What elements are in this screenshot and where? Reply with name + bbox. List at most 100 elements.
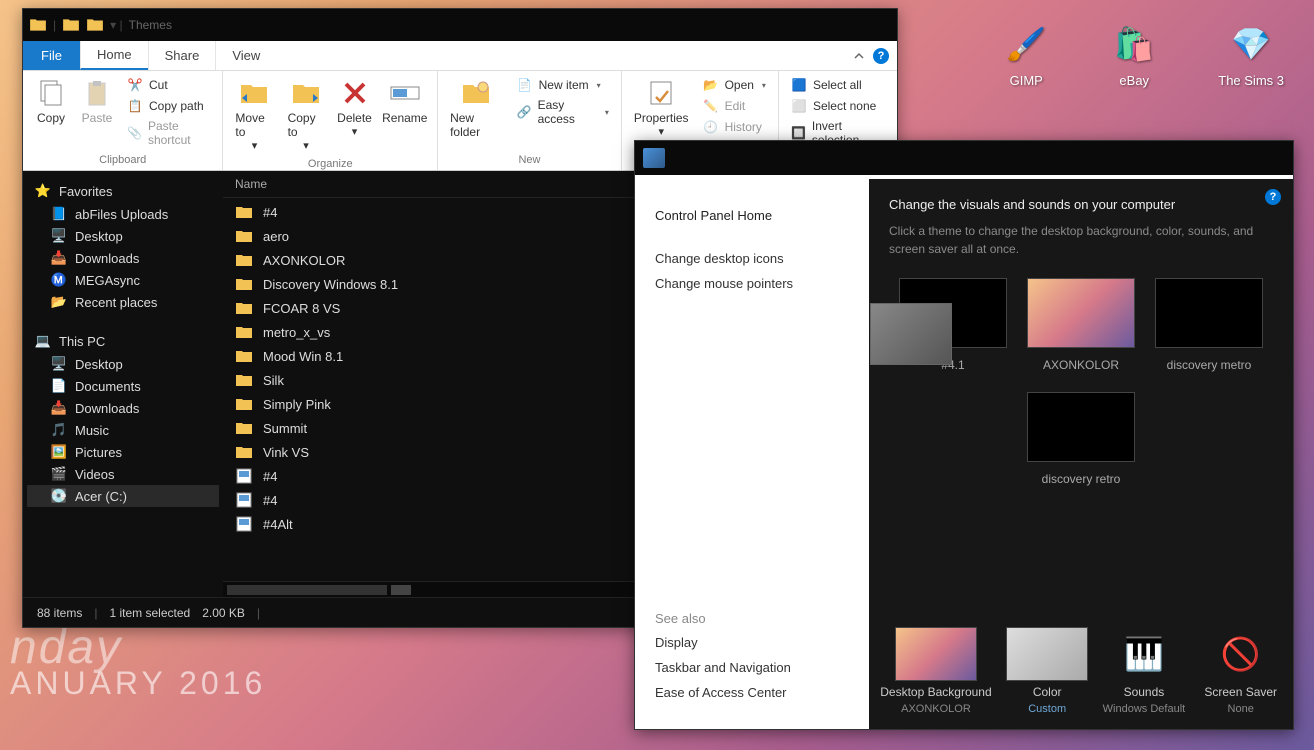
select-none-icon: ⬜ <box>791 98 807 114</box>
status-selected: 1 item selected <box>109 606 190 620</box>
chevron-up-icon[interactable] <box>853 50 865 62</box>
nav-thispc[interactable]: 💻 This PC <box>27 329 219 353</box>
properties-button[interactable]: Properties▾ <box>628 73 695 142</box>
nav-icon: 📘 <box>51 206 67 222</box>
select-none-button[interactable]: ⬜Select none <box>787 96 889 116</box>
nav-icon: 🖥️ <box>51 356 67 372</box>
nav-item-acer-c-[interactable]: 💽Acer (C:) <box>27 485 219 507</box>
open-icon: 📂 <box>703 77 719 93</box>
nav-icon: 💽 <box>51 488 67 504</box>
new-item-icon: 📄 <box>517 77 533 93</box>
paste-icon <box>81 77 113 109</box>
history-button[interactable]: 🕘History <box>699 117 770 137</box>
nav-item-videos[interactable]: 🎬Videos <box>27 463 219 485</box>
paste-button[interactable]: Paste <box>75 73 119 129</box>
nav-control-panel-home[interactable]: Control Panel Home <box>655 203 849 228</box>
copy-path-icon: 📋 <box>127 98 143 114</box>
tab-view[interactable]: View <box>215 41 276 70</box>
opt-screen-saver[interactable]: 🚫 Screen Saver None <box>1200 627 1282 715</box>
bg-thumb-icon <box>895 627 977 681</box>
nav-item-desktop[interactable]: 🖥️Desktop <box>27 353 219 375</box>
new-folder-icon <box>460 77 492 109</box>
nav-item-abfiles-uploads[interactable]: 📘abFiles Uploads <box>27 203 219 225</box>
nav-item-documents[interactable]: 📄Documents <box>27 375 219 397</box>
tab-file[interactable]: File <box>23 41 80 70</box>
folder-icon <box>235 443 253 461</box>
folder-icon <box>235 275 253 293</box>
copy-path-button[interactable]: 📋Copy path <box>123 96 214 116</box>
color-thumb-icon <box>1006 627 1088 681</box>
sounds-thumb-icon: 🎹 <box>1103 627 1185 681</box>
copy-button[interactable]: Copy <box>29 73 73 129</box>
nav-item-music[interactable]: 🎵Music <box>27 419 219 441</box>
opt-color[interactable]: Color Custom <box>1006 627 1088 715</box>
nav-display[interactable]: Display <box>655 630 849 655</box>
nav-mouse-pointers[interactable]: Change mouse pointers <box>655 271 849 296</box>
cut-button[interactable]: ✂️Cut <box>123 75 214 95</box>
pc-icon: 💻 <box>35 333 51 349</box>
nav-favorites[interactable]: ⭐ Favorites <box>27 179 219 203</box>
desktop-icon-gimp[interactable]: 🖌️ GIMP <box>1002 20 1050 88</box>
edit-button[interactable]: ✏️Edit <box>699 96 770 116</box>
new-item-button[interactable]: 📄New item▾ <box>513 75 613 95</box>
theme-thumb <box>1155 278 1263 348</box>
saver-thumb-icon: 🚫 <box>1200 627 1282 681</box>
properties-icon <box>645 77 677 109</box>
desktop-icon-ebay[interactable]: 🛍️ eBay <box>1110 20 1158 88</box>
pers-subtitle: Click a theme to change the desktop back… <box>889 222 1273 258</box>
folder-icon <box>235 323 253 341</box>
opt-desktop-background[interactable]: Desktop Background AXONKOLOR <box>880 627 991 715</box>
desktop-clock-month: ANUARY 2016 <box>10 665 266 702</box>
invert-icon: 🔲 <box>791 125 806 141</box>
history-icon: 🕘 <box>703 119 719 135</box>
personalization-icon <box>643 148 665 168</box>
theme-tile[interactable]: #4.1 <box>899 278 1007 372</box>
delete-button[interactable]: Delete▾ <box>333 73 377 142</box>
nav-see-also: See also <box>655 607 849 630</box>
nav-item-downloads[interactable]: 📥Downloads <box>27 397 219 419</box>
theme-icon <box>235 491 253 509</box>
theme-tile[interactable]: discovery retro <box>1027 392 1135 486</box>
easy-access-button[interactable]: 🔗Easy access▾ <box>513 96 613 128</box>
open-button[interactable]: 📂Open▾ <box>699 75 770 95</box>
nav-item-megasync[interactable]: Ⓜ️MEGAsync <box>27 269 219 291</box>
nav-item-downloads[interactable]: 📥Downloads <box>27 247 219 269</box>
nav-icon: 🎵 <box>51 422 67 438</box>
nav-icon: 📥 <box>51 400 67 416</box>
tab-home[interactable]: Home <box>80 41 148 70</box>
titlebar[interactable]: | ▾ | Themes <box>23 9 897 41</box>
help-icon[interactable]: ? <box>1265 189 1281 205</box>
theme-icon <box>235 515 253 533</box>
nav-item-pictures[interactable]: 🖼️Pictures <box>27 441 219 463</box>
help-icon[interactable]: ? <box>873 48 889 64</box>
folder-icon <box>235 419 253 437</box>
nav-desktop-icons[interactable]: Change desktop icons <box>655 246 849 271</box>
theme-tile[interactable]: AXONKOLOR <box>1027 278 1135 372</box>
nav-taskbar[interactable]: Taskbar and Navigation <box>655 655 849 680</box>
nav-ease-access[interactable]: Ease of Access Center <box>655 680 849 705</box>
paste-shortcut-button[interactable]: 📎Paste shortcut <box>123 117 214 149</box>
nav-pane[interactable]: ⭐ Favorites 📘abFiles Uploads🖥️Desktop📥Do… <box>23 171 223 597</box>
move-to-button[interactable]: Move to▾ <box>229 73 279 156</box>
folder-icon <box>235 395 253 413</box>
star-icon: ⭐ <box>35 183 51 199</box>
new-folder-button[interactable]: New folder <box>444 73 509 143</box>
nav-icon: Ⓜ️ <box>51 272 67 288</box>
copy-to-button[interactable]: Copy to▾ <box>282 73 331 156</box>
theme-tile[interactable]: discovery metro <box>1155 278 1263 372</box>
nav-item-desktop[interactable]: 🖥️Desktop <box>27 225 219 247</box>
pers-titlebar[interactable] <box>635 141 1293 175</box>
select-all-button[interactable]: 🟦Select all <box>787 75 889 95</box>
folder-icon <box>235 299 253 317</box>
rename-button[interactable]: Rename <box>379 73 432 129</box>
opt-sounds[interactable]: 🎹 Sounds Windows Default <box>1103 627 1186 715</box>
theme-grid: #4.1AXONKOLORdiscovery metrodiscovery re… <box>889 278 1273 486</box>
folder-icon <box>235 347 253 365</box>
window-title: Themes <box>129 18 172 32</box>
desktop-icon-sims[interactable]: 💎 The Sims 3 <box>1218 20 1284 88</box>
tab-share[interactable]: Share <box>148 41 216 70</box>
nav-item-recent-places[interactable]: 📂Recent places <box>27 291 219 313</box>
nav-icon: 📥 <box>51 250 67 266</box>
easy-access-icon: 🔗 <box>517 104 532 120</box>
theme-thumb <box>1027 392 1135 462</box>
